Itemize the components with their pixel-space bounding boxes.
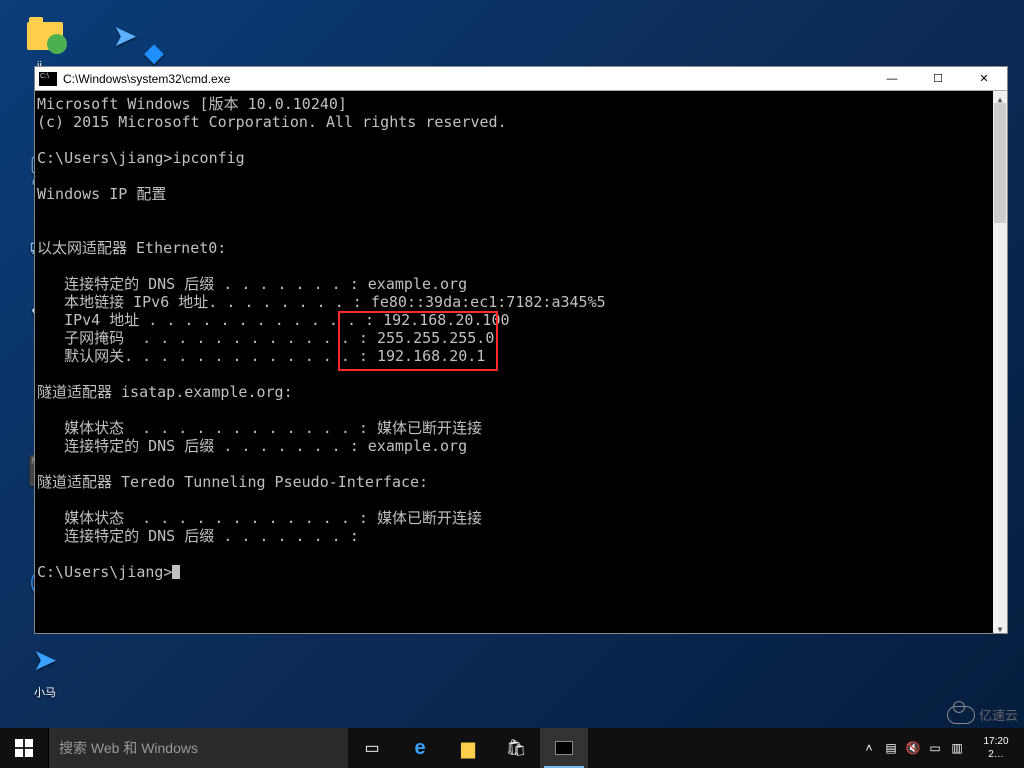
desktop-icon-xiaoma[interactable]: ➤ 小马 (10, 640, 80, 700)
taskbar-explorer[interactable]: ▆ (444, 728, 492, 768)
line: 媒体状态 . . . . . . . . . . . . : 媒体已断开连接 (37, 419, 482, 437)
tray-action-center-icon[interactable]: ▥ (946, 741, 968, 755)
desktop-icon-plane[interactable]: ➤◆ (90, 16, 160, 60)
system-tray: ˄ ▤ 🔇 ▭ ▥ 17:20 2… (858, 728, 1024, 768)
scroll-down-icon[interactable]: ▼ (993, 621, 1007, 633)
line: 连接特定的 DNS 后缀 . . . . . . . : example.org (37, 275, 467, 293)
line: 以太网适配器 Ethernet0: (37, 239, 226, 257)
start-button[interactable] (0, 728, 48, 768)
minimize-button[interactable]: — (869, 67, 915, 91)
taskbar-clock[interactable]: 17:20 2… (968, 729, 1024, 767)
window-titlebar[interactable]: C:\Windows\system32\cmd.exe — ☐ ✕ (35, 67, 1007, 91)
tray-chevron-up-icon[interactable]: ˄ (858, 741, 880, 755)
watermark: 亿速云 (947, 705, 1018, 724)
window-title: C:\Windows\system32\cmd.exe (63, 72, 869, 86)
desktop-icon-user-folder[interactable]: ji… (10, 16, 80, 72)
task-view-button[interactable]: ▭ (348, 728, 396, 768)
scrollbar-thumb[interactable] (994, 103, 1006, 223)
line: 隧道适配器 isatap.example.org: (37, 383, 293, 401)
taskbar: 搜索 Web 和 Windows ▭ e ▆ 🛍 ˄ ▤ 🔇 ▭ ▥ 17:20… (0, 728, 1024, 768)
taskbar-edge[interactable]: e (396, 728, 444, 768)
tray-ime-icon[interactable]: ▭ (924, 741, 946, 755)
scroll-up-icon[interactable]: ▲ (993, 91, 1007, 103)
desktop-icon-label: 小马 (10, 684, 80, 700)
windows-icon (15, 739, 33, 757)
line: Microsoft Windows [版本 10.0.10240] (37, 95, 347, 113)
cloud-icon (947, 706, 975, 724)
tray-network-icon[interactable]: ▤ (880, 741, 902, 755)
close-button[interactable]: ✕ (961, 67, 1007, 91)
taskbar-cmd[interactable] (540, 728, 588, 768)
line: 媒体状态 . . . . . . . . . . . . : 媒体已断开连接 (37, 509, 482, 527)
terminal-output[interactable]: Microsoft Windows [版本 10.0.10240] (c) 20… (35, 91, 1007, 633)
line: 连接特定的 DNS 后缀 . . . . . . . : example.org (37, 437, 467, 455)
clock-time: 17:20 (972, 735, 1020, 748)
tray-volume-icon[interactable]: 🔇 (902, 741, 924, 755)
edge-icon: e (414, 737, 425, 760)
cmd-icon (39, 72, 57, 86)
taskbar-search[interactable]: 搜索 Web 和 Windows (48, 728, 348, 768)
cmd-window: C:\Windows\system32\cmd.exe — ☐ ✕ Micros… (34, 66, 1008, 634)
line: 子网掩码 . . . . . . . . . . . . : 255.255.2… (37, 329, 494, 347)
cursor (172, 565, 180, 579)
taskbar-store[interactable]: 🛍 (492, 728, 540, 768)
cmd-icon (555, 741, 573, 755)
line: 本地链接 IPv6 地址. . . . . . . . : fe80::39da… (37, 293, 606, 311)
maximize-button[interactable]: ☐ (915, 67, 961, 91)
clock-date: 2… (972, 748, 1020, 761)
line: 连接特定的 DNS 后缀 . . . . . . . : (37, 527, 359, 545)
folder-icon: ▆ (461, 738, 475, 759)
search-placeholder: 搜索 Web 和 Windows (59, 738, 198, 758)
line: IPv4 地址 . . . . . . . . . . . . : 192.16… (37, 311, 510, 329)
line: (c) 2015 Microsoft Corporation. All righ… (37, 113, 507, 131)
line: 隧道适配器 Teredo Tunneling Pseudo-Interface: (37, 473, 428, 491)
line: 默认网关. . . . . . . . . . . . . : 192.168.… (37, 347, 485, 365)
line: Windows IP 配置 (37, 185, 166, 203)
watermark-text: 亿速云 (979, 705, 1018, 724)
taskview-icon: ▭ (364, 738, 379, 758)
store-icon: 🛍 (506, 738, 526, 758)
line: C:\Users\jiang>ipconfig (37, 149, 245, 167)
scrollbar[interactable]: ▲ ▼ (993, 91, 1007, 633)
line: C:\Users\jiang> (37, 563, 172, 581)
